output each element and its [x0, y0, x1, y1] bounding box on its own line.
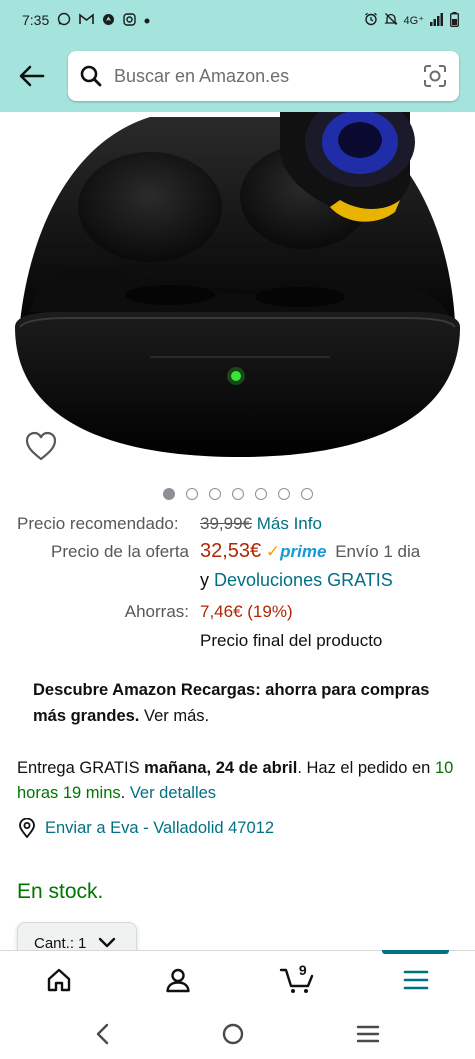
nav-account[interactable]: [119, 951, 238, 1009]
android-home-icon[interactable]: [221, 1022, 245, 1046]
delivery-date: mañana, 24 de abril: [144, 759, 298, 777]
back-arrow-icon: [19, 65, 45, 87]
image-carousel-dots: [0, 488, 475, 500]
wishlist-button[interactable]: [24, 430, 60, 464]
more-info-link[interactable]: Más Info: [257, 514, 322, 533]
menu-icon: [403, 970, 428, 989]
stock-status: En stock.: [17, 880, 104, 903]
bottom-nav-bar: 9: [0, 949, 475, 1009]
battery-icon: [450, 11, 459, 29]
list-price-amount: 39,99€: [200, 514, 252, 533]
recargas-promo[interactable]: Descubre Amazon Recargas: ahorra para co…: [33, 677, 433, 729]
carousel-dot[interactable]: [300, 488, 313, 500]
status-left: 7:35: [22, 12, 150, 28]
cart-icon: [279, 968, 314, 993]
signal-icon: [430, 12, 444, 28]
cart-count: 9: [298, 961, 307, 978]
heart-outline-icon: [25, 431, 57, 461]
search-placeholder: Buscar en Amazon.es: [114, 65, 290, 86]
promo-link[interactable]: Ver más.: [144, 707, 209, 725]
search-input[interactable]: Buscar en Amazon.es: [68, 51, 459, 101]
status-time: 7:35: [22, 12, 50, 28]
delivery-order-text: . Haz el pedido en: [297, 759, 431, 777]
ship-to-address[interactable]: Enviar a Eva - Valladolid 47012: [17, 818, 274, 838]
dot-icon: [144, 14, 150, 26]
location-icon: [102, 13, 115, 28]
nav-cart[interactable]: 9: [238, 951, 357, 1009]
returns-value: y Devoluciones GRATIS: [200, 570, 393, 591]
and-text: y: [200, 570, 209, 590]
account-icon: [166, 968, 190, 992]
search-icon: [80, 65, 102, 87]
mute-icon: [383, 12, 398, 28]
ship-to-text: Enviar a Eva - Valladolid 47012: [45, 818, 275, 837]
deal-price-label: Precio de la oferta: [51, 542, 189, 561]
status-right: 4G⁺: [364, 11, 459, 29]
delivery-free-text: Entrega GRATIS: [17, 759, 140, 777]
prime-label: prime: [280, 542, 327, 561]
search-header: Buscar en Amazon.es: [0, 40, 475, 112]
carousel-dot[interactable]: [254, 488, 267, 500]
savings-value: 7,46€ (19%): [200, 602, 293, 621]
camera-lens-icon[interactable]: [423, 64, 447, 88]
delivery-details-link[interactable]: Ver detalles: [130, 784, 216, 802]
android-recents-icon[interactable]: [356, 1024, 380, 1044]
android-back-icon[interactable]: [95, 1023, 111, 1045]
carousel-dot[interactable]: [231, 488, 244, 500]
nav-menu[interactable]: [356, 949, 475, 1009]
prime-badge: ✓prime: [266, 542, 327, 561]
chevron-down-icon: [99, 937, 116, 948]
location-pin-icon: [19, 818, 35, 838]
deal-price-amount: 32,53€: [200, 540, 262, 562]
carousel-dot[interactable]: [277, 488, 290, 500]
prime-shipping: Envío 1 dia: [335, 542, 421, 561]
carousel-dot[interactable]: [162, 488, 175, 500]
prime-check-icon: ✓: [265, 542, 281, 561]
delivery-dot: .: [120, 784, 126, 802]
carousel-dot[interactable]: [185, 488, 198, 500]
whatsapp-icon: [57, 12, 71, 28]
nav-home[interactable]: [0, 951, 119, 1009]
gmail-icon: [79, 13, 95, 27]
back-button[interactable]: [12, 56, 52, 96]
alarm-icon: [364, 12, 378, 28]
final-price-note: Precio final del producto: [200, 631, 383, 650]
list-price-label: Precio recomendado:: [17, 514, 179, 533]
savings-label: Ahorras:: [124, 602, 189, 621]
delivery-message: Entrega GRATIS mañana, 24 de abril. Haz …: [17, 756, 457, 806]
list-price-value: 39,99€ Más Info: [200, 514, 322, 534]
instagram-icon: [123, 12, 136, 28]
android-navigation-bar: [0, 1008, 475, 1059]
product-image[interactable]: [0, 112, 475, 477]
network-type: 4G⁺: [403, 14, 424, 27]
carousel-dot[interactable]: [208, 488, 221, 500]
deal-price-value: 32,53€ ✓prime Envío 1 dia: [200, 540, 420, 563]
status-bar: 7:35 4G⁺: [0, 0, 475, 40]
free-returns-link[interactable]: Devoluciones GRATIS: [214, 570, 393, 590]
home-icon: [48, 968, 71, 991]
promo-text: Descubre Amazon Recargas: ahorra para co…: [33, 681, 430, 725]
